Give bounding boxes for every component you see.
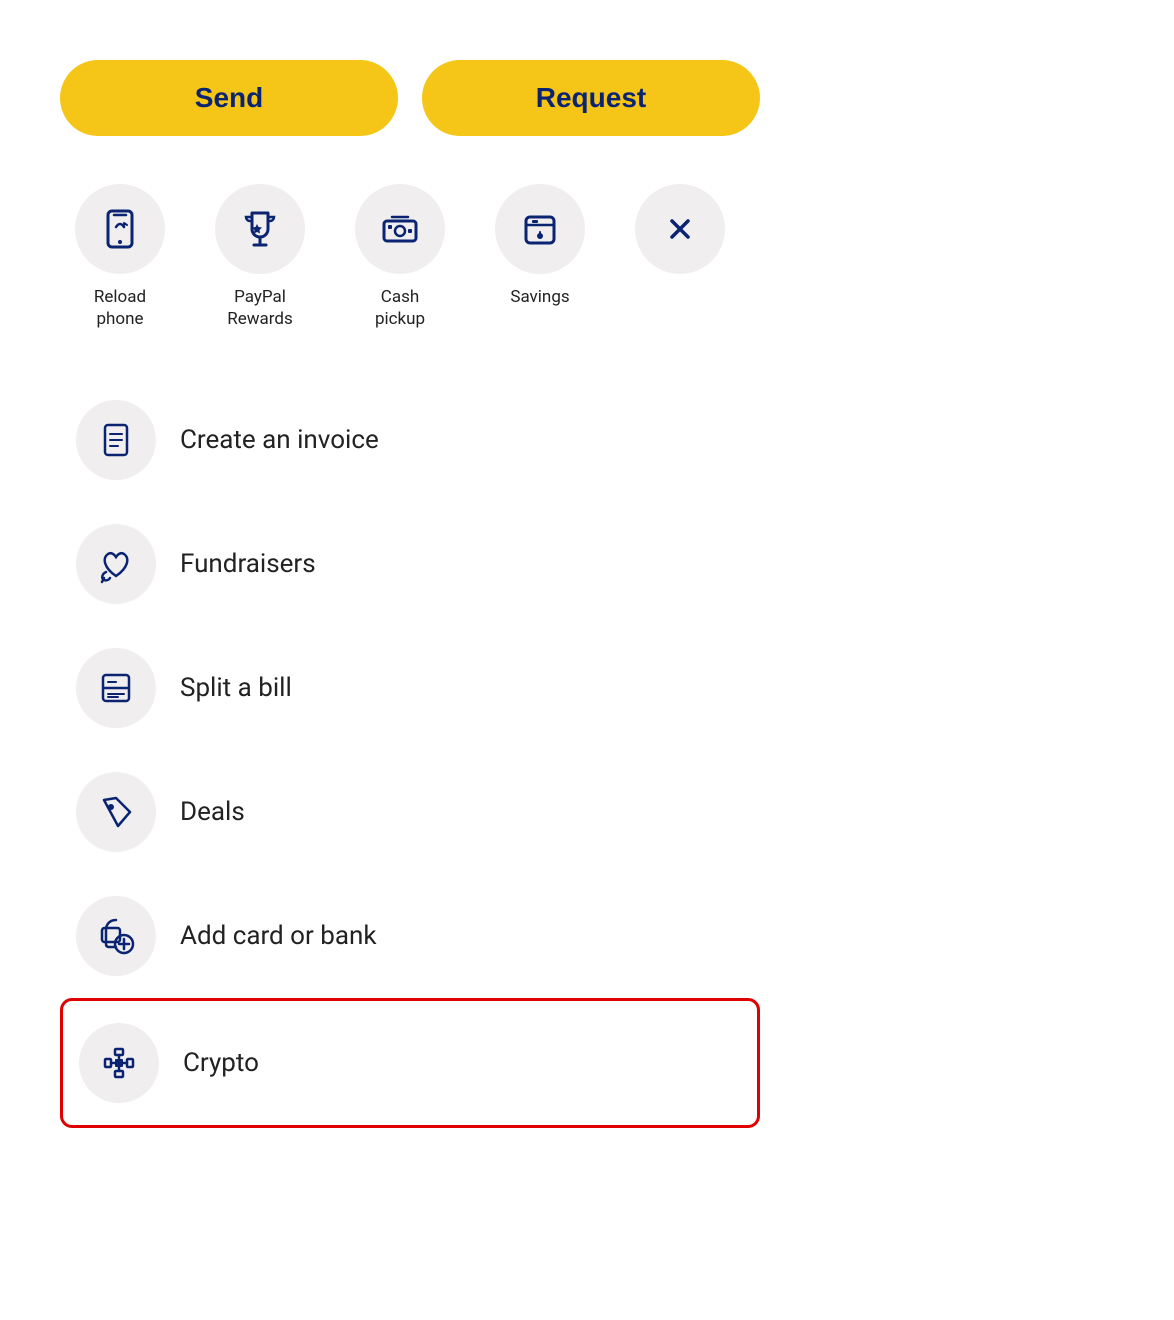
- top-buttons-row: Send Request: [60, 60, 760, 136]
- list-item-deals[interactable]: Deals: [60, 750, 760, 874]
- list-item-fundraisers[interactable]: Fundraisers: [60, 502, 760, 626]
- invoice-circle: [76, 400, 156, 480]
- savings-label: Savings: [510, 286, 569, 308]
- deals-icon: [96, 792, 136, 832]
- split-bill-label: Split a bill: [180, 673, 292, 703]
- cash-pickup-icon: [378, 207, 422, 251]
- split-bill-icon: [96, 668, 136, 708]
- fundraisers-label: Fundraisers: [180, 549, 316, 579]
- fundraisers-icon: [96, 544, 136, 584]
- quick-action-savings[interactable]: Savings: [480, 184, 600, 308]
- fundraisers-circle: [76, 524, 156, 604]
- paypal-rewards-circle: [215, 184, 305, 274]
- split-bill-circle: [76, 648, 156, 728]
- invoice-icon: [96, 420, 136, 460]
- crypto-circle: [79, 1023, 159, 1103]
- cash-pickup-label: Cashpickup: [375, 286, 425, 330]
- request-button[interactable]: Request: [422, 60, 760, 136]
- reload-phone-label: Reloadphone: [94, 286, 146, 330]
- list-item-split-bill[interactable]: Split a bill: [60, 626, 760, 750]
- cash-pickup-circle: [355, 184, 445, 274]
- quick-action-reload-phone[interactable]: Reloadphone: [60, 184, 180, 330]
- list-item-add-card[interactable]: Add card or bank: [60, 874, 760, 998]
- quick-action-cash-pickup[interactable]: Cashpickup: [340, 184, 460, 330]
- crypto-label: Crypto: [183, 1048, 259, 1078]
- reload-phone-circle: [75, 184, 165, 274]
- send-button[interactable]: Send: [60, 60, 398, 136]
- add-card-icon: [96, 916, 136, 956]
- add-card-label: Add card or bank: [180, 921, 377, 951]
- quick-actions-row: Reloadphone PayPalRewards: [60, 184, 760, 330]
- deals-circle: [76, 772, 156, 852]
- savings-circle: [495, 184, 585, 274]
- paypal-rewards-label: PayPalRewards: [227, 286, 292, 330]
- list-item-crypto[interactable]: Crypto: [60, 998, 760, 1128]
- add-card-circle: [76, 896, 156, 976]
- close-circle: [635, 184, 725, 274]
- quick-action-paypal-rewards[interactable]: PayPalRewards: [200, 184, 320, 330]
- savings-icon: [518, 207, 562, 251]
- list-items-container: Create an invoice Fundraisers: [60, 378, 760, 1128]
- quick-action-close[interactable]: [620, 184, 740, 274]
- list-item-create-invoice[interactable]: Create an invoice: [60, 378, 760, 502]
- reload-phone-icon: [98, 207, 142, 251]
- close-icon: [660, 209, 700, 249]
- create-invoice-label: Create an invoice: [180, 425, 379, 455]
- main-container: Send Request Reloadphone: [60, 40, 760, 1128]
- crypto-icon: [99, 1043, 139, 1083]
- deals-label: Deals: [180, 797, 245, 827]
- trophy-icon: [238, 207, 282, 251]
